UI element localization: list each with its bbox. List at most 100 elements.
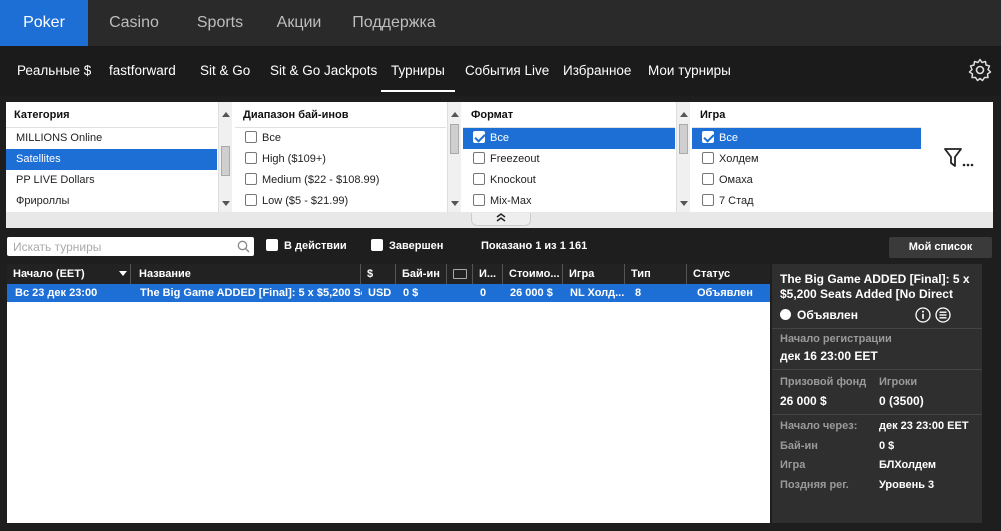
subtab-live-events[interactable]: События Live: [465, 46, 549, 96]
checkbox[interactable]: [245, 194, 257, 206]
checkbox[interactable]: [702, 194, 714, 206]
checkbox[interactable]: [245, 131, 257, 143]
game-option-label: Холдем: [719, 153, 759, 165]
details-title: The Big Game ADDED [Final]: 5 x $5,200 S…: [780, 272, 970, 301]
top-nav: Poker Casino Sports Акции Поддержка: [0, 0, 1001, 46]
subtab-fastforward[interactable]: fastforward: [109, 46, 176, 96]
checkbox[interactable]: [245, 173, 257, 185]
sort-desc-icon: [119, 271, 127, 276]
format-option[interactable]: Freezeout: [463, 149, 675, 170]
completed-checkbox[interactable]: Завершен: [371, 239, 443, 252]
buyin-label: Бай-ин: [780, 440, 818, 452]
column-name[interactable]: Название: [133, 264, 361, 284]
tab-sports[interactable]: Sports: [180, 0, 260, 46]
column-type[interactable]: Тип: [625, 264, 687, 284]
players-value: 0 (3500): [879, 394, 924, 408]
format-header: Формат: [463, 102, 675, 128]
buyin-option[interactable]: Все: [235, 128, 446, 149]
subtab-sit-and-go[interactable]: Sit & Go: [200, 46, 250, 96]
checkbox[interactable]: [245, 152, 257, 164]
players-label: Игроки: [879, 376, 918, 388]
column-prize[interactable]: Стоимо...: [503, 264, 563, 284]
column-buyin[interactable]: Бай-ин: [396, 264, 447, 284]
checkbox[interactable]: [702, 152, 714, 164]
cell-type: 8: [635, 287, 642, 299]
filter-icon[interactable]: [944, 146, 974, 170]
format-option[interactable]: Knockout: [463, 170, 675, 191]
format-scrollbar[interactable]: [676, 102, 690, 212]
details-scrollbar[interactable]: [982, 264, 1001, 523]
category-option[interactable]: PP LIVE Dollars: [6, 170, 217, 191]
subtab-real-money[interactable]: Реальные $: [17, 46, 91, 96]
checkbox[interactable]: [473, 152, 485, 164]
checkbox[interactable]: [702, 173, 714, 185]
format-option-label: Knockout: [490, 174, 536, 186]
buyin-option[interactable]: Medium ($22 - $108.99): [235, 170, 446, 191]
format-option[interactable]: Все: [463, 128, 675, 149]
format-option[interactable]: Mix-Max: [463, 191, 675, 212]
info-icon[interactable]: [915, 307, 931, 323]
collapse-filters-button[interactable]: [471, 213, 531, 226]
late-reg-label: Поздняя рег.: [780, 479, 849, 491]
checkbox[interactable]: [702, 131, 714, 143]
subtab-favorites[interactable]: Избранное: [563, 46, 631, 96]
category-filter: Категория MILLIONS Online Satellites PP …: [6, 102, 217, 212]
game-option[interactable]: Холдем: [692, 149, 921, 170]
table-header: Начало (EET) Название $ Бай-ин И... Стои…: [7, 264, 770, 284]
table-row[interactable]: Вс 23 дек 23:00 The Big Game ADDED [Fina…: [7, 284, 770, 302]
column-players[interactable]: И...: [473, 264, 503, 284]
category-header: Категория: [6, 102, 217, 128]
category-option[interactable]: Satellites: [6, 149, 217, 170]
game-option[interactable]: Все: [692, 128, 921, 149]
structure-icon[interactable]: [935, 307, 951, 323]
checkbox[interactable]: [473, 194, 485, 206]
format-option-label: Mix-Max: [490, 195, 532, 207]
tab-support[interactable]: Поддержка: [338, 0, 450, 46]
buyin-option[interactable]: Low ($5 - $21.99): [235, 191, 446, 212]
game-value: БЛХолдем: [879, 459, 937, 471]
buyin-option-label: High ($109+): [262, 153, 326, 165]
subtab-sit-and-go-jackpots[interactable]: Sit & Go Jackpots: [270, 46, 377, 96]
subtab-tournaments[interactable]: Турниры: [381, 46, 455, 96]
cell-name: The Big Game ADDED [Final]: 5 x $5,200 S…: [140, 287, 362, 299]
cell-start: Вс 23 дек 23:00: [15, 287, 98, 299]
in-play-checkbox[interactable]: В действии: [266, 239, 347, 252]
tournament-details: The Big Game ADDED [Final]: 5 x $5,200 S…: [772, 264, 982, 523]
buyin-option-label: Low ($5 - $21.99): [262, 195, 349, 207]
tab-poker[interactable]: Poker: [0, 0, 88, 46]
checkbox[interactable]: [473, 173, 485, 185]
search-input[interactable]: [7, 237, 232, 256]
subtab-my-tournaments[interactable]: Мои турниры: [648, 46, 731, 96]
my-list-button[interactable]: Мой список: [889, 237, 992, 258]
game-option[interactable]: 7 Стад: [692, 191, 921, 212]
buyin-option-label: Medium ($22 - $108.99): [262, 174, 380, 186]
status-dot: [780, 309, 791, 320]
column-currency[interactable]: $: [361, 264, 396, 284]
column-ticket[interactable]: [447, 264, 473, 284]
buyin-scrollbar[interactable]: [447, 102, 461, 212]
gear-icon[interactable]: [968, 58, 992, 82]
buyin-option[interactable]: High ($109+): [235, 149, 446, 170]
divider: [772, 414, 982, 415]
category-scrollbar[interactable]: [218, 102, 232, 212]
results-count: Показано 1 из 1 161: [481, 240, 588, 252]
checkbox[interactable]: [473, 131, 485, 143]
checkbox[interactable]: [371, 239, 383, 251]
category-option[interactable]: Фрироллы: [6, 191, 217, 212]
game-option-label: Омаха: [719, 174, 753, 186]
category-option[interactable]: MILLIONS Online: [6, 128, 217, 149]
late-reg-value: Уровень 3: [879, 479, 935, 491]
column-status[interactable]: Статус: [687, 264, 770, 284]
game-option[interactable]: Омаха: [692, 170, 921, 191]
completed-label: Завершен: [389, 240, 444, 252]
format-filter: Формат Все Freezeout Knockout Mix-Max: [463, 102, 675, 212]
tab-casino[interactable]: Casino: [88, 0, 180, 46]
buyin-value: 0 $: [879, 440, 895, 452]
column-game[interactable]: Игра: [563, 264, 625, 284]
checkbox[interactable]: [266, 239, 278, 251]
format-option-label: Все: [490, 132, 509, 144]
tab-promotions[interactable]: Акции: [260, 0, 338, 46]
search-icon[interactable]: [237, 240, 250, 253]
cell-game: NL Холд...: [570, 287, 625, 299]
column-start[interactable]: Начало (EET): [7, 264, 131, 284]
